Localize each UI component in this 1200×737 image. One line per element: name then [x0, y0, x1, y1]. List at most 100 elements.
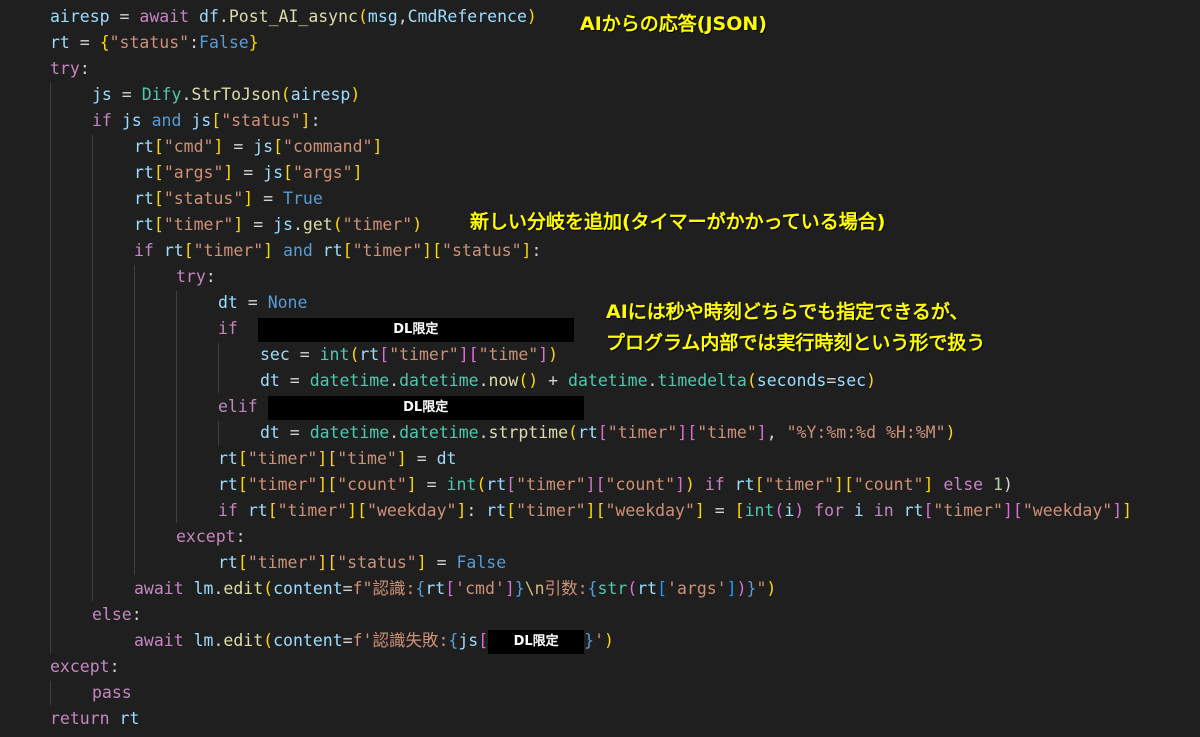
code-token: timedelta — [657, 371, 747, 390]
code-token: rt — [134, 189, 154, 208]
code-token: i — [853, 501, 864, 520]
indent-guide — [218, 343, 219, 393]
code-line[interactable]: await lm.edit(content=f"認識:{rt['cmd']}\n… — [134, 576, 776, 602]
code-token: js — [92, 85, 112, 104]
code-line[interactable]: except: — [176, 524, 246, 550]
code-line[interactable]: sec = int(rt["timer"]["time"]) — [260, 342, 558, 368]
code-token: "timer" — [277, 501, 348, 520]
code-token: "timer" — [352, 241, 423, 260]
code-token: in — [873, 501, 894, 520]
code-token: rt — [218, 553, 238, 572]
indent-guide — [50, 83, 51, 653]
code-token: await — [134, 631, 184, 650]
code-line[interactable]: rt["args"] = js["args"] — [134, 160, 363, 186]
code-token: await — [134, 579, 184, 598]
code-token: "timer" — [607, 423, 678, 442]
code-token: "status" — [337, 553, 417, 572]
indent-guide — [134, 265, 135, 575]
code-token: i — [784, 501, 795, 520]
code-token: int — [744, 501, 775, 520]
code-token: " — [756, 579, 767, 598]
code-token: datetime — [399, 371, 479, 390]
code-token: "time" — [337, 449, 397, 468]
code-line[interactable]: try: — [176, 264, 216, 290]
indent-guide — [218, 421, 219, 445]
code-line[interactable]: if js and js["status"]: — [92, 108, 321, 134]
code-token: Post_AI_async — [228, 7, 358, 26]
code-token: rt — [486, 501, 507, 520]
code-token: False — [199, 33, 249, 52]
code-line[interactable]: js = Dify.StrToJson(airesp) — [92, 82, 360, 108]
code-token: "timer" — [389, 345, 459, 364]
code-token: "status" — [163, 189, 244, 208]
code-line[interactable]: dt = None — [218, 290, 307, 316]
code-token: StrToJson — [191, 85, 281, 104]
code-token: "timer" — [163, 215, 234, 234]
code-token: dt — [260, 371, 280, 390]
code-token: rt — [119, 709, 140, 728]
code-token: lm — [193, 579, 214, 598]
code-token: else — [92, 605, 132, 624]
code-token: "timer" — [342, 215, 413, 234]
code-line[interactable]: rt["timer"]["time"] = dt — [218, 446, 456, 472]
code-token: "weekday" — [605, 501, 695, 520]
code-line[interactable]: rt["cmd"] = js["command"] — [134, 134, 382, 160]
code-token: "cmd" — [163, 137, 214, 156]
code-token: js — [191, 111, 212, 130]
code-line[interactable]: rt["status"] = True — [134, 186, 323, 212]
code-token: "weekday" — [367, 501, 457, 520]
code-token: msg — [367, 7, 398, 26]
code-token: "timer" — [247, 475, 318, 494]
code-token: strptime — [488, 423, 569, 442]
code-line[interactable]: pass — [92, 680, 132, 706]
code-token: False — [456, 553, 507, 572]
code-token: rt — [359, 345, 380, 364]
code-line[interactable]: except: — [50, 654, 120, 680]
code-token: 'args' — [667, 579, 727, 598]
redaction-box: DL限定 — [488, 629, 585, 654]
code-token: rt — [637, 579, 658, 598]
code-line[interactable]: dt = datetime.datetime.now() + datetime.… — [260, 368, 876, 394]
code-token: "timer" — [247, 449, 318, 468]
code-token: if — [704, 475, 725, 494]
code-line[interactable]: if DL限定 — [218, 316, 574, 342]
code-token: "count" — [853, 475, 924, 494]
code-token: js — [121, 111, 142, 130]
code-token: "time" — [478, 345, 539, 364]
code-token: sec — [836, 371, 867, 390]
code-token: True — [283, 189, 323, 208]
code-token: seconds — [756, 371, 827, 390]
code-line[interactable]: airesp = await df.Post_AI_async(msg,CmdR… — [50, 4, 537, 30]
code-token: get — [302, 215, 333, 234]
code-line[interactable]: elif DL限定 — [218, 394, 584, 420]
code-line[interactable]: await lm.edit(content=f'認識失敗:{js[DL限定}') — [134, 628, 614, 654]
code-line[interactable]: rt = {"status":False} — [50, 30, 259, 56]
code-line[interactable]: rt["timer"] = js.get("timer") — [134, 212, 422, 238]
code-token: "timer" — [764, 475, 835, 494]
code-token: try — [176, 267, 206, 286]
code-token: rt — [577, 423, 598, 442]
code-line[interactable]: dt = datetime.datetime.strptime(rt["time… — [260, 420, 956, 446]
code-token: pass — [92, 683, 132, 702]
code-token: if — [218, 319, 238, 338]
code-token: int — [446, 475, 477, 494]
code-line[interactable]: try: — [50, 56, 90, 82]
code-token: 引数: — [544, 579, 588, 598]
code-line[interactable]: if rt["timer"] and rt["timer"]["status"]… — [134, 238, 541, 264]
code-token: "count" — [605, 475, 676, 494]
code-editor[interactable]: airesp = await df.Post_AI_async(msg,CmdR… — [0, 0, 1200, 737]
code-line[interactable]: rt["timer"]["count"] = int(rt["timer"]["… — [218, 472, 1013, 498]
code-token: rt — [734, 475, 755, 494]
annotation-new-branch: 新しい分岐を追加(タイマーがかかっている場合) — [470, 211, 886, 233]
code-line[interactable]: rt["timer"]["status"] = False — [218, 550, 506, 576]
code-line[interactable]: if rt["timer"]["weekday"]: rt["timer"]["… — [218, 498, 1132, 524]
code-token: rt — [163, 241, 184, 260]
code-token: ' — [594, 631, 605, 650]
code-token: and — [283, 241, 313, 260]
code-line[interactable]: else: — [92, 602, 142, 628]
code-token: rt — [50, 33, 70, 52]
code-token: str — [597, 579, 628, 598]
code-token: js — [263, 163, 284, 182]
code-token: "timer" — [516, 501, 586, 520]
code-line[interactable]: return rt — [50, 706, 139, 732]
